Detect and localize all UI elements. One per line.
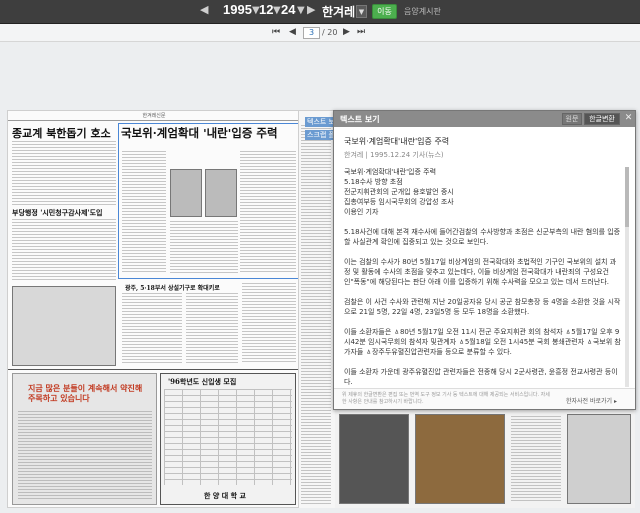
article-paragraph: 검찰은 이 사건 수사와 관련해 지난 20일공자유 당시 공군 참모총장 등 … (344, 298, 621, 316)
article-text-block (511, 416, 561, 502)
hanja-dictionary-link[interactable]: 한자사전 바로가기 ▸ (566, 396, 617, 405)
photo-block (415, 414, 505, 504)
article-title: 국보위·계엄확대'내란'입증 주력 (344, 137, 450, 146)
article-text-block (122, 293, 182, 363)
newspaper-name[interactable]: 한겨레 (322, 3, 355, 20)
go-button[interactable]: 이동 (372, 4, 397, 19)
masthead: 한겨레신문 (8, 111, 298, 121)
day-dropdown-icon[interactable]: ▼ (297, 5, 305, 16)
adjacent-page-strip (299, 110, 335, 508)
cartoon-image (12, 286, 116, 366)
article-body: 국보위·계엄확대'내란'입증 주력 5.18수사 방향 초점 전군지휘관회의 군… (344, 167, 622, 385)
close-icon[interactable]: ✕ (623, 113, 634, 125)
ad-school-name: 한 양 대 학 교 (204, 491, 246, 500)
adjacent-page-bottom (335, 410, 635, 508)
ad-text-block (18, 411, 152, 499)
article-paragraph: 이들 소환자 가운데 광주유혈진압 관련자들은 전종해 당시 2군사령관, 윤흥… (344, 368, 618, 385)
newspaper-dropdown-icon[interactable]: ▼ (356, 5, 367, 18)
article-paragraph: 이들 소환자들은 ㅿ80년 5월17일 오전 11시 전군 주요지휘관 회의 참… (344, 328, 621, 356)
photo-block (567, 414, 631, 504)
article-text-block (242, 283, 296, 363)
current-page-input[interactable]: 3 (303, 27, 320, 39)
article-paragraph: 국보위·계엄확대'내란'입증 주력 5.18수사 방향 초점 전군지휘관회의 군… (344, 168, 454, 216)
year-value[interactable]: 1995 (223, 2, 252, 17)
ad-headline: 지금 많은 분들이 계속해서 약진해 주목하고 있습니다 (28, 383, 143, 403)
article-text-block (301, 125, 331, 505)
headline-audit-system: 부당행정 '시민청구감사제'도입 (12, 208, 103, 217)
panel-title: 텍스트 보기 (340, 115, 380, 124)
tab-scrap-behind[interactable]: 스크랩 폴 (305, 130, 335, 140)
top-toolbar: ◀ 1995 ▼ 12 ▼ 24 ▼ ▶ 한겨레 ▼ 이동 음양계시판 (0, 0, 640, 24)
total-pages: / 20 (322, 28, 338, 37)
photo-block (339, 414, 409, 504)
day-value[interactable]: 24 (281, 2, 295, 17)
prev-date-icon[interactable]: ◀ (200, 3, 208, 16)
ad-admission-headline: '96학년도 신입생 모집 (168, 377, 237, 386)
panel-header: 텍스트 보기 원문 한글변환 ✕ (334, 111, 635, 127)
hangul-convert-button[interactable]: 한글변환 (584, 113, 620, 125)
month-value[interactable]: 12 (259, 2, 273, 17)
article-text-block (12, 141, 116, 205)
headline-gwangju: 광주, 5·18부서 상설기구로 확대키로 (125, 285, 220, 292)
article-paragraph: 이는 검찰의 수사가 80년 5월17일 비상계엄의 전국확대와 초법적인 기구… (344, 258, 617, 286)
next-date-icon[interactable]: ▶ (307, 3, 315, 16)
month-dropdown-icon[interactable]: ▼ (273, 5, 281, 16)
headline-north-korea-aid: 종교계 북한돕기 호소 (12, 127, 111, 140)
text-view-panel: 텍스트 보기 원문 한글변환 ✕ 국보위·계엄확대'내란'입증 주력 한겨레 |… (333, 110, 636, 410)
footer-note: 위 제휴의 한글변환은 편집 또는 번역 도구 정보 기사 등 텍스트에 대해 … (342, 392, 550, 405)
related-board-link[interactable]: 음양계시판 (404, 6, 441, 17)
article-paragraph: 5.18사건에 대해 본격 재수사에 들어간검찰의 수사방향과 초점은 신군부측… (344, 228, 621, 246)
divider (8, 369, 298, 370)
article-byline: 한겨레 | 1995.12.24 기사(뉴스) (344, 151, 444, 159)
article-text-block (122, 151, 166, 273)
panel-footer: 위 제휴의 한글변환은 편집 또는 번역 도구 정보 기사 등 텍스트에 대해 … (334, 388, 635, 409)
headline-main: 국보위·계엄확대 '내란'입증 주력 (121, 126, 278, 140)
scrollbar-thumb[interactable] (625, 167, 629, 227)
original-text-button[interactable]: 원문 (562, 113, 582, 125)
article-text-block (186, 293, 238, 363)
newspaper-page-image[interactable]: 한겨레신문 종교계 북한돕기 호소 부당행정 '시민청구감사제'도입 국보위·계… (7, 110, 299, 508)
admission-table (164, 389, 292, 485)
last-page-icon[interactable]: ⏭ (357, 27, 365, 37)
photo-portrait (170, 169, 202, 217)
article-text-block (240, 151, 296, 273)
page-navigation: ⏮ ◀ 3 / 20 ▶ ⏭ (0, 24, 640, 42)
prev-page-icon[interactable]: ◀ (289, 27, 296, 37)
article-text-block (12, 219, 116, 281)
tab-text-view-behind[interactable]: 텍스트 보 (305, 117, 335, 127)
first-page-icon[interactable]: ⏮ (272, 27, 280, 37)
article-text-block (170, 221, 238, 273)
next-page-icon[interactable]: ▶ (343, 27, 350, 37)
photo-portrait (205, 169, 237, 217)
